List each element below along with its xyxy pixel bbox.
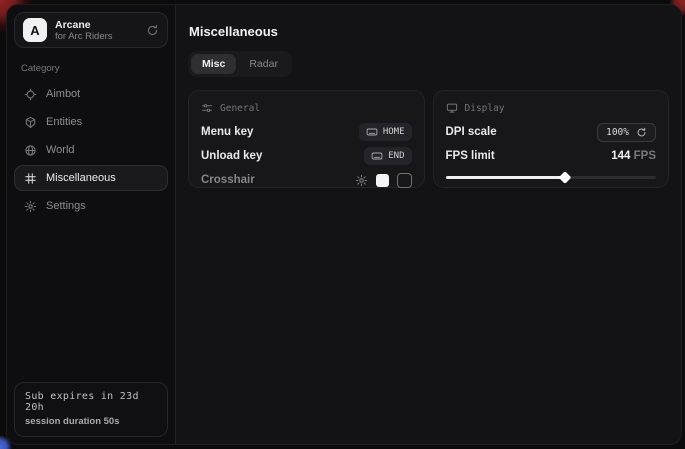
fps-slider-fill bbox=[446, 176, 566, 179]
app-window: A Arcane for Arc Riders Category bbox=[6, 4, 682, 445]
sidebar-item-world[interactable]: World bbox=[14, 137, 168, 163]
dpi-scale-row: DPI scale 100% bbox=[446, 120, 657, 144]
fps-limit-row: FPS limit 144 FPS bbox=[446, 144, 657, 168]
sub-expiry-text: Sub expires in 23d 20h bbox=[25, 391, 157, 413]
tab-bar: Misc Radar bbox=[188, 51, 292, 77]
crosshair-preview-box[interactable] bbox=[397, 173, 412, 188]
entities-icon bbox=[24, 116, 37, 129]
desktop-background: A Arcane for Arc Riders Category bbox=[0, 0, 685, 449]
main-panel: Miscellaneous Misc Radar General bbox=[176, 5, 681, 444]
keyboard-icon bbox=[366, 126, 378, 138]
sidebar-item-settings[interactable]: Settings bbox=[14, 193, 168, 219]
category-label: Category bbox=[21, 63, 161, 74]
tab-misc[interactable]: Misc bbox=[191, 54, 236, 74]
monitor-icon bbox=[446, 102, 458, 114]
sidebar-item-label: Settings bbox=[46, 200, 86, 212]
unload-key-row: Unload key END bbox=[201, 144, 412, 168]
menu-key-value: HOME bbox=[383, 127, 405, 137]
dpi-scale-control[interactable]: 100% bbox=[597, 123, 656, 142]
card-title: General bbox=[220, 103, 260, 114]
avatar: A bbox=[23, 18, 47, 42]
app-logo-card: A Arcane for Arc Riders bbox=[14, 12, 168, 48]
sidebar-item-label: Aimbot bbox=[46, 88, 80, 100]
unload-key-label: Unload key bbox=[201, 150, 262, 162]
menu-key-bind-button[interactable]: HOME bbox=[359, 123, 412, 141]
display-card: Display DPI scale 100% bbox=[433, 90, 670, 188]
refresh-icon[interactable] bbox=[146, 24, 159, 37]
dpi-scale-label: DPI scale bbox=[446, 126, 497, 138]
sidebar-nav: Aimbot Entities Wo bbox=[14, 81, 168, 219]
dpi-scale-value: 100% bbox=[606, 127, 629, 138]
sidebar-item-aimbot[interactable]: Aimbot bbox=[14, 81, 168, 107]
page-title: Miscellaneous bbox=[189, 24, 669, 39]
menu-key-label: Menu key bbox=[201, 126, 253, 138]
crosshair-label: Crosshair bbox=[201, 174, 255, 186]
menu-key-row: Menu key HOME bbox=[201, 120, 412, 144]
crosshair-row: Crosshair bbox=[201, 168, 412, 192]
grid-icon bbox=[24, 172, 37, 185]
sidebar-item-label: Entities bbox=[46, 116, 82, 128]
gear-icon bbox=[24, 200, 37, 213]
unload-key-value: END bbox=[388, 151, 404, 161]
session-duration-text: session duration 50s bbox=[25, 416, 157, 427]
app-name: Arcane bbox=[55, 19, 113, 31]
fps-slider-thumb[interactable] bbox=[559, 171, 572, 184]
card-title: Display bbox=[465, 103, 505, 114]
fps-limit-unit: FPS bbox=[634, 150, 656, 162]
settings-cards: General Menu key HOME bbox=[188, 90, 669, 188]
unload-key-bind-button[interactable]: END bbox=[364, 147, 411, 165]
keyboard-icon bbox=[371, 150, 383, 162]
sidebar-item-label: World bbox=[46, 144, 75, 156]
crosshair-settings-gear-icon[interactable] bbox=[355, 174, 368, 187]
fps-limit-slider[interactable] bbox=[446, 172, 657, 183]
subscription-card: Sub expires in 23d 20h session duration … bbox=[14, 382, 168, 437]
refresh-icon[interactable] bbox=[636, 127, 647, 138]
fps-limit-value: 144 bbox=[611, 150, 630, 162]
app-subtitle: for Arc Riders bbox=[55, 31, 113, 42]
sidebar-item-label: Miscellaneous bbox=[46, 172, 116, 184]
sidebar-item-entities[interactable]: Entities bbox=[14, 109, 168, 135]
globe-icon bbox=[24, 144, 37, 157]
general-card: General Menu key HOME bbox=[188, 90, 425, 188]
tab-radar[interactable]: Radar bbox=[238, 54, 289, 74]
fps-limit-label: FPS limit bbox=[446, 150, 495, 162]
sliders-icon bbox=[201, 102, 213, 114]
crosshair-color-swatch[interactable] bbox=[376, 174, 389, 187]
sidebar: A Arcane for Arc Riders Category bbox=[7, 5, 176, 444]
sidebar-item-miscellaneous[interactable]: Miscellaneous bbox=[14, 165, 168, 191]
crosshair-icon bbox=[24, 88, 37, 101]
